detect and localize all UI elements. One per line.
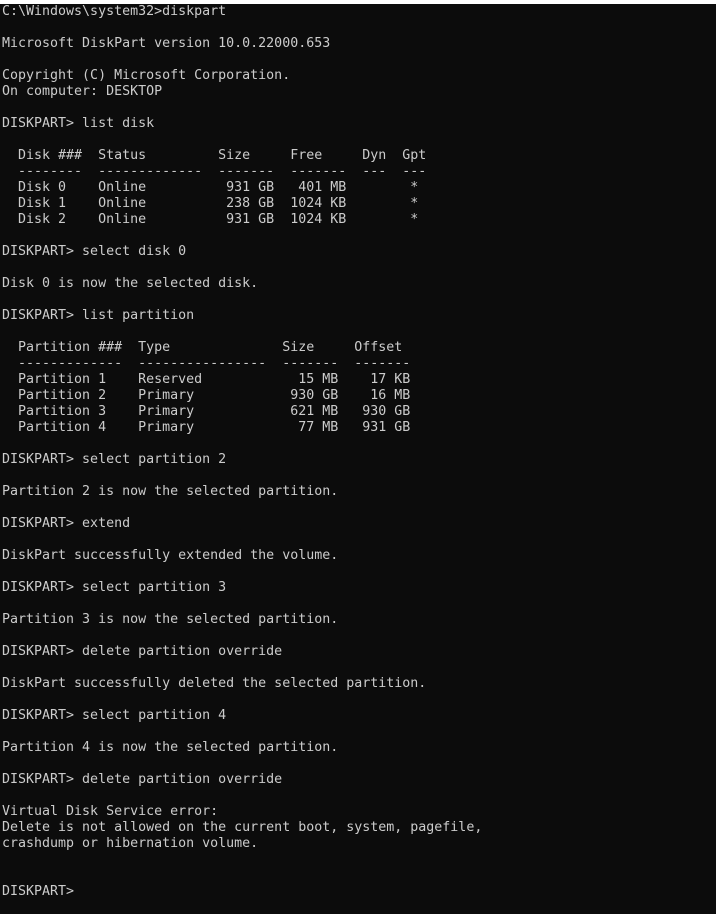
console-line: DISKPART> select partition 4 [2,708,227,723]
console-line: DISKPART> delete partition override [2,644,283,659]
console-line: Partition 2 Primary 930 GB 16 MB [2,388,411,403]
console-line: -------- ------------- ------- ------- -… [2,164,427,179]
console-line: Disk ### Status Size Free Dyn Gpt [2,148,427,163]
console-line: DISKPART> list partition [2,308,195,323]
console-line: DISKPART> select partition 3 [2,580,227,595]
console-line: Virtual Disk Service error: [2,804,219,819]
console-line: Partition 3 is now the selected partitio… [2,612,339,627]
console-line: Partition 1 Reserved 15 MB 17 KB [2,372,411,387]
console-line: On computer: DESKTOP [2,84,163,99]
console-line: DiskPart successfully extended the volum… [2,548,339,563]
screenshot-page: C:\Windows\system32>diskpart Microsoft Di… [0,0,722,914]
console-line: Partition 4 Primary 77 MB 931 GB [2,420,411,435]
console-line: DISKPART> delete partition override [2,772,283,787]
console-line: Delete is not allowed on the current boo… [2,820,483,835]
console-line: Disk 0 Online 931 GB 401 MB * [2,180,419,195]
console-line: Disk 0 is now the selected disk. [2,276,259,291]
console-line: DISKPART> select partition 2 [2,452,227,467]
console-line: ------------- ---------------- ------- -… [2,356,411,371]
console-line: Disk 1 Online 238 GB 1024 KB * [2,196,419,211]
console-line: Partition 2 is now the selected partitio… [2,484,339,499]
console-line: DiskPart successfully deleted the select… [2,676,427,691]
console-output: C:\Windows\system32>diskpart Microsoft Di… [2,4,482,900]
console-line: Disk 2 Online 931 GB 1024 KB * [2,212,419,227]
command-prompt-line[interactable]: DISKPART> [2,884,482,900]
console-line: Partition ### Type Size Offset [2,340,403,355]
console-line: DISKPART> extend [2,516,131,531]
console-line: DISKPART> list disk [2,116,155,131]
console-line: crashdump or hibernation volume. [2,836,259,851]
console-line: C:\Windows\system32>diskpart [2,4,227,19]
console-window[interactable]: C:\Windows\system32>diskpart Microsoft Di… [0,4,716,914]
console-line: DISKPART> select disk 0 [2,244,187,259]
console-line: Partition 4 is now the selected partitio… [2,740,339,755]
window-edge [716,4,722,914]
console-line: Partition 3 Primary 621 MB 930 GB [2,404,411,419]
console-line: Copyright (C) Microsoft Corporation. [2,68,291,83]
console-line: Microsoft DiskPart version 10.0.22000.65… [2,36,331,51]
